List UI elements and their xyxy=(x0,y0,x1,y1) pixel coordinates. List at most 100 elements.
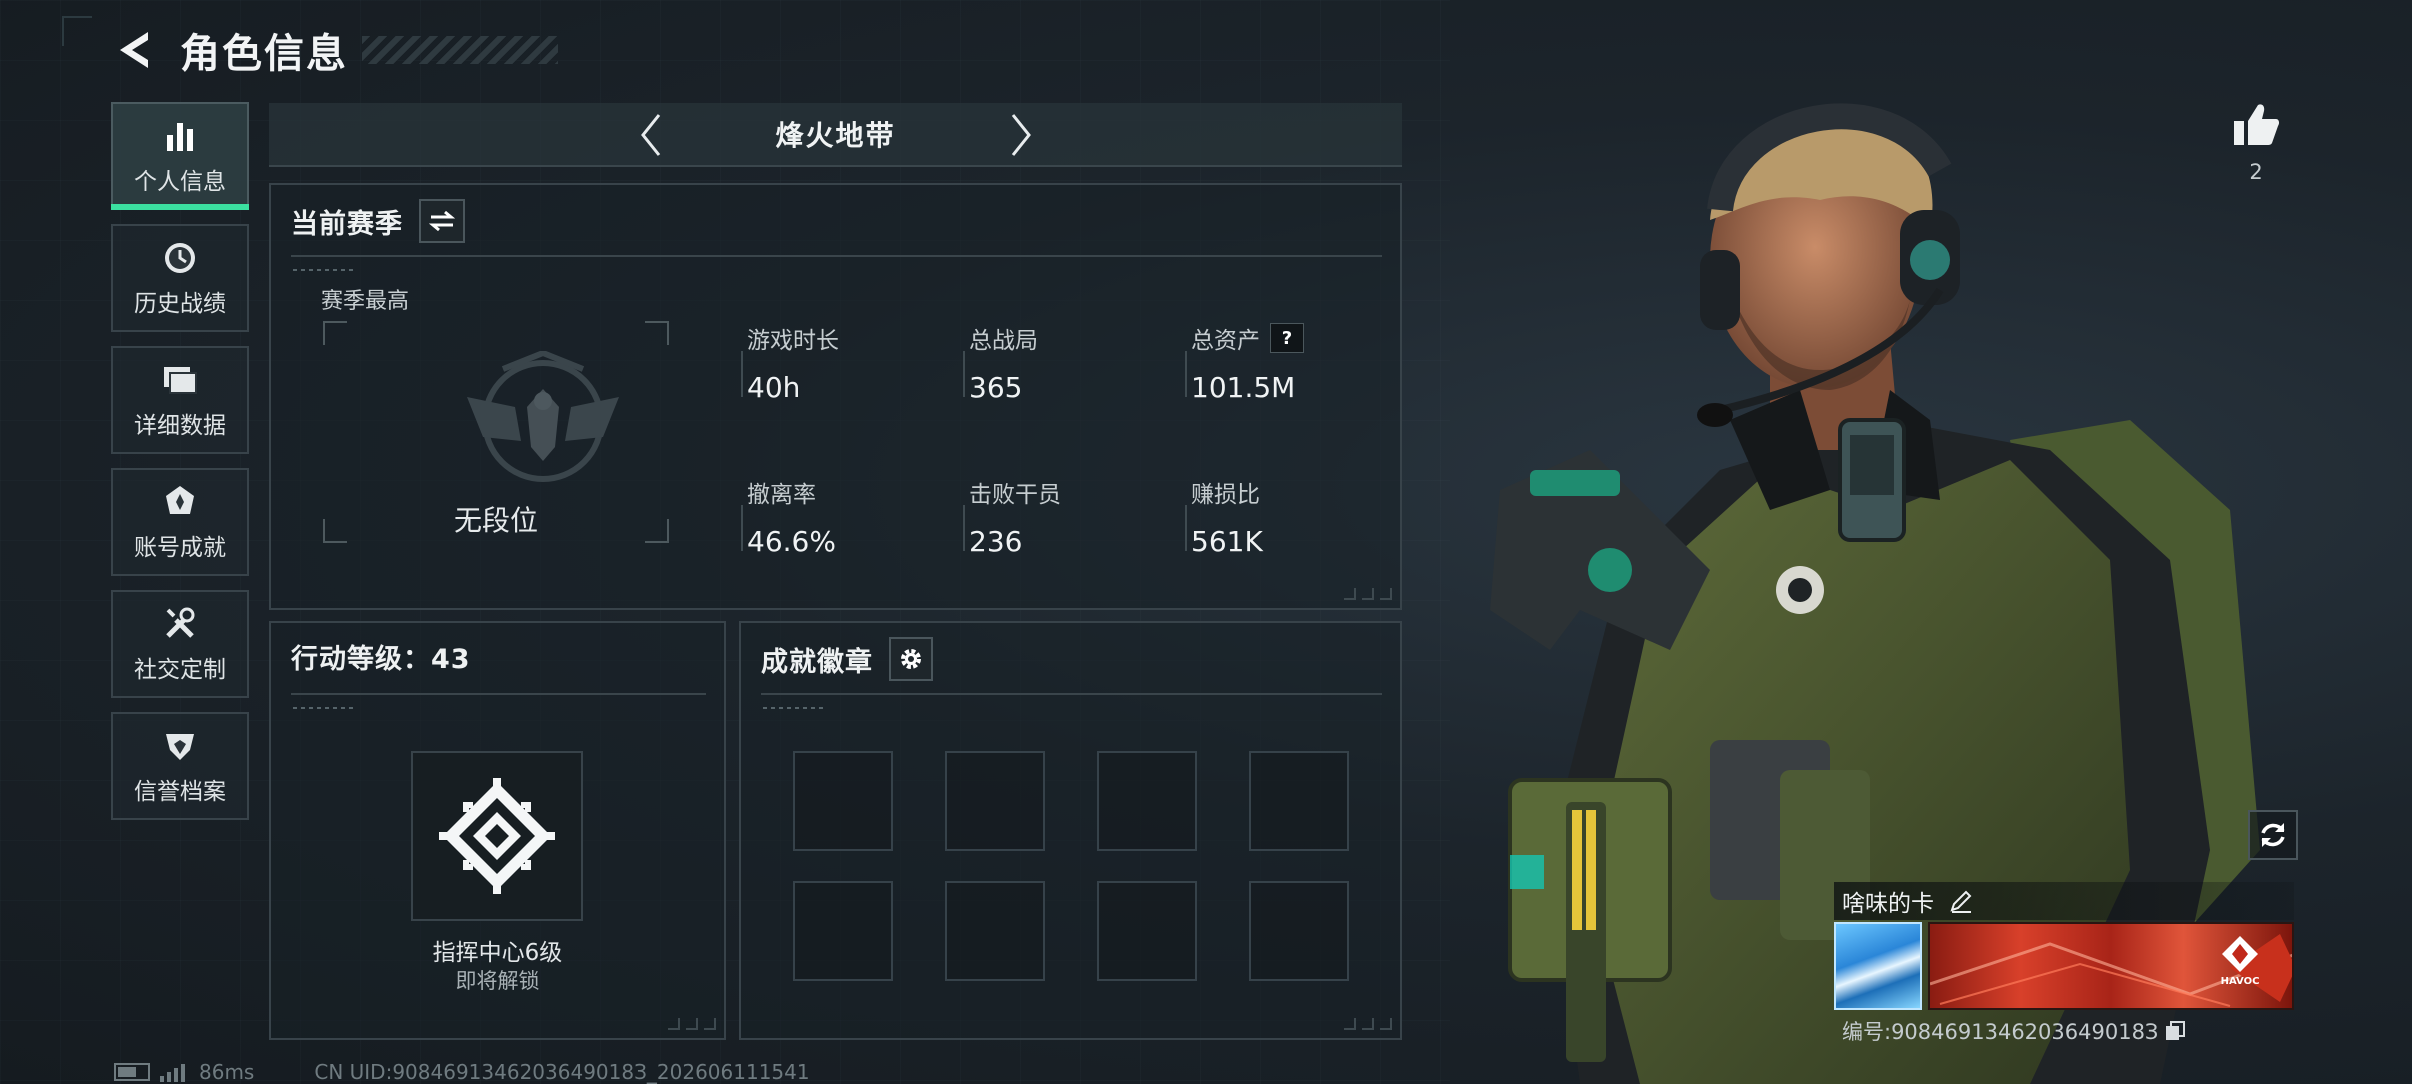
level-card-name: 指挥中心6级 xyxy=(432,940,563,966)
command-center-icon xyxy=(439,778,555,894)
back-arrow-icon xyxy=(120,32,148,68)
bar-chart-icon xyxy=(160,116,200,156)
level-card[interactable] xyxy=(411,751,583,921)
stat-label: 总资产 xyxy=(1191,328,1260,354)
like-count: 2 xyxy=(2249,160,2263,184)
sidebar-item-label: 账号成就 xyxy=(134,535,226,561)
season-title: 当前赛季 xyxy=(291,208,403,240)
badge-slot[interactable] xyxy=(793,881,893,981)
badges-title: 成就徽章 xyxy=(761,646,873,678)
badge-slot[interactable] xyxy=(793,751,893,851)
sidebar-item-credit[interactable]: 信誉档案 xyxy=(111,712,249,820)
uid: CN UID:9084691346203649018З_202606111541 xyxy=(314,1060,810,1084)
havoc-logo: HAVOC xyxy=(2212,934,2268,998)
corner-marks xyxy=(1344,588,1392,600)
divider xyxy=(761,693,1382,695)
divider-dash xyxy=(763,707,823,709)
achievement-icon xyxy=(160,482,200,522)
badge-slot[interactable] xyxy=(1249,751,1349,851)
mode-title: 烽火地带 xyxy=(775,119,896,152)
player-avatar[interactable] xyxy=(1834,922,1922,1010)
edit-name-button[interactable] xyxy=(1948,888,1974,914)
badges-settings-button[interactable] xyxy=(889,637,933,681)
badges-panel: 成就徽章 xyxy=(739,621,1402,1040)
stat-play-time: 游戏时长 40h xyxy=(741,321,839,404)
level-title: 行动等级：43 xyxy=(291,644,471,675)
status-bar: 86ms CN UID:9084691346203649018З_2026061… xyxy=(114,1060,810,1084)
stat-value: 40h xyxy=(747,371,801,404)
divider xyxy=(291,255,1382,257)
badge-slot[interactable] xyxy=(1097,881,1197,981)
sidebar-item-label: 社交定制 xyxy=(134,657,226,683)
corner-decoration xyxy=(62,16,92,46)
stat-label: 撤离率 xyxy=(747,482,816,508)
player-name-row: 啥味的卡 xyxy=(1834,882,2294,920)
rank-label: 赛季最高 xyxy=(321,289,410,314)
season-panel: 当前赛季 赛季最高 无段位 游戏时长 40h 总战局 365 总资产 ? 101… xyxy=(269,183,1402,610)
swap-icon xyxy=(429,210,455,232)
divider-dash xyxy=(293,269,353,271)
player-name: 啥味的卡 xyxy=(1842,891,1934,917)
page-title: 角色信息 xyxy=(180,31,348,77)
sidebar-item-history[interactable]: 历史战绩 xyxy=(111,224,249,332)
title-decoration xyxy=(362,36,558,64)
sidebar-item-social[interactable]: 社交定制 xyxy=(111,590,249,698)
shield-icon xyxy=(160,726,200,766)
level-card-status: 即将解锁 xyxy=(455,969,540,993)
stat-extract-rate: 撤离率 46.6% xyxy=(741,475,836,558)
sidebar-item-achievements[interactable]: 账号成就 xyxy=(111,468,249,576)
chevron-right-icon xyxy=(1011,114,1031,156)
sidebar-item-label: 详细数据 xyxy=(134,413,226,439)
stat-total-matches: 总战局 365 xyxy=(963,321,1038,404)
gear-icon xyxy=(901,649,921,669)
chevron-left-icon xyxy=(641,114,661,156)
history-icon xyxy=(160,238,200,278)
sidebar: 个人信息 历史战绩 详细数据 账号成就 社交定制 信誉档案 xyxy=(111,102,251,834)
sidebar-item-details[interactable]: 详细数据 xyxy=(111,346,249,454)
badge-slot[interactable] xyxy=(1097,751,1197,851)
stat-label: 总战局 xyxy=(969,328,1038,354)
stat-label: 游戏时长 xyxy=(747,328,839,354)
card-id: 编号:9084691346203649018З xyxy=(1842,1020,2159,1044)
sidebar-item-personal-info[interactable]: 个人信息 xyxy=(111,102,249,210)
stat-profit-ratio: 赚损比 561K xyxy=(1185,475,1263,558)
level-panel: 行动等级：43 指挥中心6级 即将解锁 xyxy=(269,621,726,1040)
badge-slot[interactable] xyxy=(945,751,1045,851)
rotate-icon xyxy=(2261,823,2285,847)
sidebar-item-label: 历史战绩 xyxy=(134,291,226,317)
help-button[interactable]: ? xyxy=(1270,323,1304,353)
rank-frame: 无段位 xyxy=(323,321,669,543)
divider xyxy=(291,693,706,695)
card-id-row: 编号:9084691346203649018З xyxy=(1842,1016,2186,1046)
copy-icon[interactable] xyxy=(2164,1020,2186,1042)
name-card: 啥味的卡 HAVOC 编号:9084691346203649018З xyxy=(1834,882,2294,1052)
stat-value: 236 xyxy=(969,525,1023,558)
divider-dash xyxy=(293,707,353,709)
header: 角色信息 xyxy=(112,22,558,78)
stat-kills: 击败干员 236 xyxy=(963,475,1061,558)
season-switch-button[interactable] xyxy=(419,199,465,243)
stat-total-assets: 总资产? 101.5M xyxy=(1185,321,1304,404)
corner-marks xyxy=(668,1018,716,1030)
mode-selector: 烽火地带 xyxy=(269,103,1402,167)
mode-prev-button[interactable] xyxy=(629,113,673,157)
rotate-model-button[interactable] xyxy=(2248,810,2298,860)
stat-value: 101.5M xyxy=(1191,371,1296,404)
folder-icon xyxy=(160,360,200,400)
back-button[interactable] xyxy=(112,28,156,72)
mode-next-button[interactable] xyxy=(999,113,1043,157)
badge-slot[interactable] xyxy=(1249,881,1349,981)
rank-emblem-icon xyxy=(463,349,623,505)
like-button[interactable] xyxy=(2228,96,2284,152)
tools-icon xyxy=(160,604,200,644)
corner-marks xyxy=(1344,1018,1392,1030)
battery-icon xyxy=(114,1063,150,1081)
sidebar-item-label: 个人信息 xyxy=(134,169,226,195)
badge-slot[interactable] xyxy=(945,881,1045,981)
player-banner[interactable]: HAVOC xyxy=(1928,922,2294,1010)
thumbs-up-icon xyxy=(2234,104,2280,145)
stat-label: 击败干员 xyxy=(969,482,1061,508)
stat-value: 561K xyxy=(1191,525,1263,558)
stat-label: 赚损比 xyxy=(1191,482,1260,508)
ping: 86ms xyxy=(199,1060,255,1084)
